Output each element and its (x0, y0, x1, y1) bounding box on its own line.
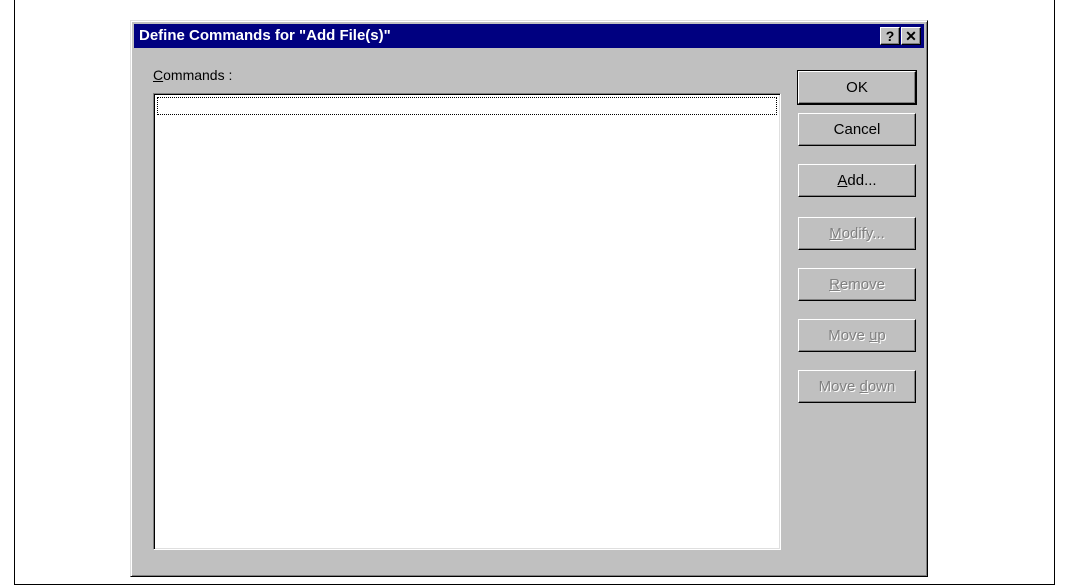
commands-label-text: ommands : (163, 67, 233, 83)
define-commands-dialog: Define Commands for "Add File(s)" ? ✕ Co… (130, 20, 928, 577)
move-down-button-post: own (867, 378, 896, 395)
cancel-button[interactable]: Cancel (798, 113, 916, 146)
commands-listbox[interactable] (153, 93, 781, 550)
move-up-button-post: p (877, 327, 886, 344)
move-down-button-pre: Move (818, 378, 860, 395)
remove-button-post: emove (839, 276, 885, 293)
modify-button-accel: M (829, 225, 842, 242)
add-button-accel: A (837, 172, 848, 189)
commands-label: Commands : (153, 67, 232, 83)
move-down-button[interactable]: Move down (798, 370, 916, 403)
move-down-button-accel: d (859, 378, 868, 395)
add-button[interactable]: Add... (798, 164, 916, 197)
remove-button[interactable]: Remove (798, 268, 916, 301)
title-bar[interactable]: Define Commands for "Add File(s)" ? ✕ (134, 24, 924, 48)
close-button[interactable]: ✕ (901, 27, 921, 45)
commands-label-accel: C (153, 67, 164, 83)
help-button[interactable]: ? (880, 27, 900, 45)
dialog-title: Define Commands for "Add File(s)" (139, 27, 391, 44)
list-focus-row[interactable] (157, 97, 777, 115)
ok-button-label: OK (846, 79, 868, 96)
modify-button[interactable]: Modify... (798, 217, 916, 250)
cancel-button-label: Cancel (833, 121, 881, 138)
remove-button-accel: R (829, 276, 840, 293)
modify-button-post: odify... (841, 225, 885, 242)
ok-button[interactable]: OK (797, 70, 917, 105)
move-up-button[interactable]: Move up (798, 319, 916, 352)
move-up-button-pre: Move (828, 327, 870, 344)
add-button-post: dd... (847, 172, 877, 189)
